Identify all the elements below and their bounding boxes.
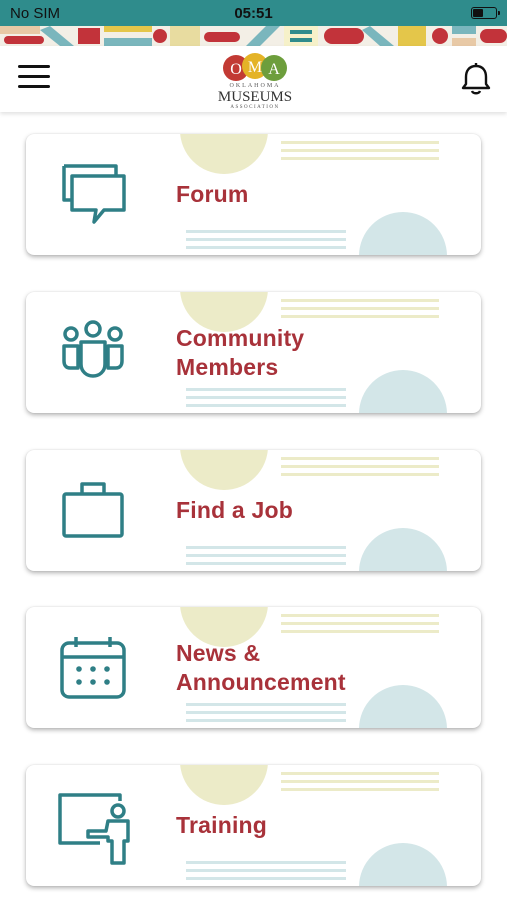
menu-list: Forum Community Members Find a Job News … bbox=[0, 112, 507, 900]
menu-card-label: Training bbox=[176, 812, 268, 838]
svg-text:MUSEUMS: MUSEUMS bbox=[218, 89, 292, 105]
svg-text:ASSOCIATION: ASSOCIATION bbox=[230, 105, 279, 110]
clock: 05:51 bbox=[234, 4, 273, 22]
battery-icon bbox=[471, 7, 500, 19]
people-group-icon bbox=[58, 318, 128, 388]
menu-card-find-a-job[interactable]: Find a Job bbox=[26, 450, 481, 571]
svg-text:M: M bbox=[248, 59, 262, 76]
menu-card-label: Find a Job bbox=[176, 497, 293, 523]
menu-card-label: News & Announcement bbox=[176, 639, 346, 695]
menu-card-label: Forum bbox=[176, 181, 249, 207]
oklahoma-museums-association-logo: O M A OKLAHOMA MUSEUMS ASSOCIATION bbox=[213, 52, 297, 110]
presenter-whiteboard-icon bbox=[58, 791, 130, 865]
svg-text:O: O bbox=[230, 61, 242, 78]
menu-card-community-members[interactable]: Community Members bbox=[26, 292, 481, 413]
svg-text:A: A bbox=[268, 61, 280, 78]
app-header: O M A OKLAHOMA MUSEUMS ASSOCIATION bbox=[0, 46, 507, 112]
menu-card-training[interactable]: Training bbox=[26, 765, 481, 886]
decorative-pattern-banner bbox=[0, 26, 507, 46]
status-bar: No SIM 05:51 bbox=[0, 0, 507, 26]
chat-bubbles-icon bbox=[58, 160, 128, 230]
briefcase-icon bbox=[58, 476, 128, 546]
menu-card-news-announcement[interactable]: News & Announcement bbox=[26, 607, 481, 728]
calendar-icon bbox=[58, 633, 128, 703]
menu-card-forum[interactable]: Forum bbox=[26, 134, 481, 255]
hamburger-menu-icon[interactable] bbox=[18, 65, 50, 91]
menu-card-label: Community Members bbox=[176, 324, 305, 380]
notification-bell-icon[interactable] bbox=[460, 62, 492, 96]
